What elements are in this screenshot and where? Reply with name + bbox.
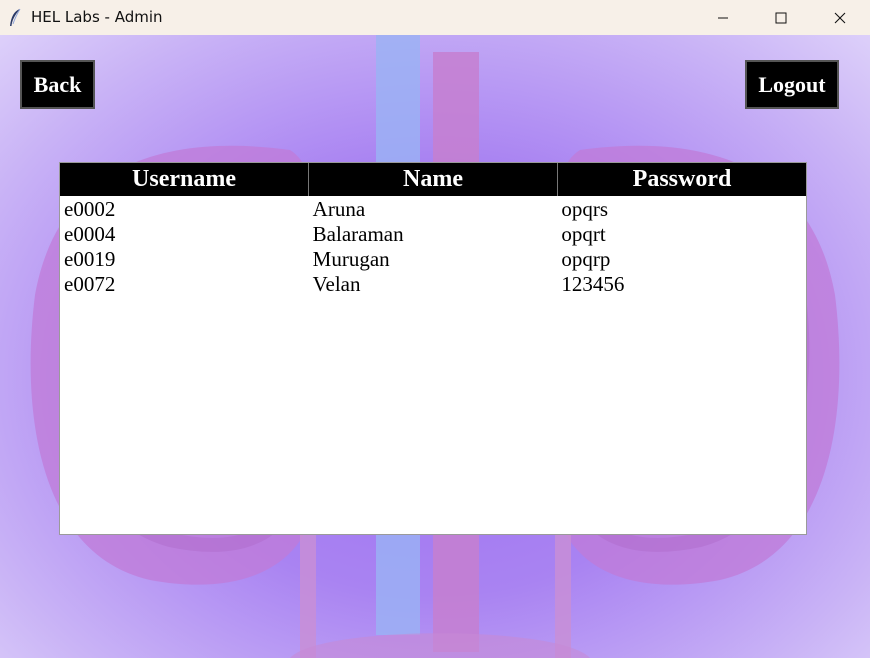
table-row[interactable]: e0004 Balaraman opqrt xyxy=(60,222,806,247)
cell-username: e0072 xyxy=(64,272,116,296)
cell-password: opqrp xyxy=(561,247,611,271)
column-header-password[interactable]: Password xyxy=(558,163,806,196)
close-button[interactable] xyxy=(817,0,863,35)
logout-button[interactable]: Logout xyxy=(745,60,839,109)
title-bar: HEL Labs - Admin xyxy=(0,0,870,35)
minimize-icon xyxy=(717,12,729,24)
cell-password: opqrs xyxy=(561,197,609,221)
cell-username: e0004 xyxy=(64,222,116,246)
cell-name: Balaraman xyxy=(312,222,404,246)
cell-username: e0002 xyxy=(64,197,116,221)
table-row[interactable]: e0019 Murugan opqrp xyxy=(60,247,806,272)
close-icon xyxy=(834,12,846,24)
users-table: Username Name Password e0002 Aruna opqrs… xyxy=(59,162,807,535)
table-header: Username Name Password xyxy=(60,163,806,196)
cell-name: Velan xyxy=(312,272,361,296)
feather-icon xyxy=(8,8,22,28)
cell-username: e0019 xyxy=(64,247,116,271)
cell-password: 123456 xyxy=(561,272,625,296)
cell-password: opqrt xyxy=(561,222,606,246)
app-window: Back Logout Username Name Password e0002… xyxy=(0,35,870,658)
table-body: e0002 Aruna opqrs e0004 Balaraman opqrt … xyxy=(60,196,806,297)
maximize-icon xyxy=(775,12,787,24)
cell-name: Aruna xyxy=(312,197,366,221)
table-row[interactable]: e0002 Aruna opqrs xyxy=(60,197,806,222)
back-button[interactable]: Back xyxy=(20,60,95,109)
table-row[interactable]: e0072 Velan 123456 xyxy=(60,272,806,297)
minimize-button[interactable] xyxy=(700,0,746,35)
cell-name: Murugan xyxy=(312,247,390,271)
column-header-name[interactable]: Name xyxy=(309,163,558,196)
column-header-username[interactable]: Username xyxy=(60,163,309,196)
window-title: HEL Labs - Admin xyxy=(31,8,163,26)
maximize-button[interactable] xyxy=(758,0,804,35)
